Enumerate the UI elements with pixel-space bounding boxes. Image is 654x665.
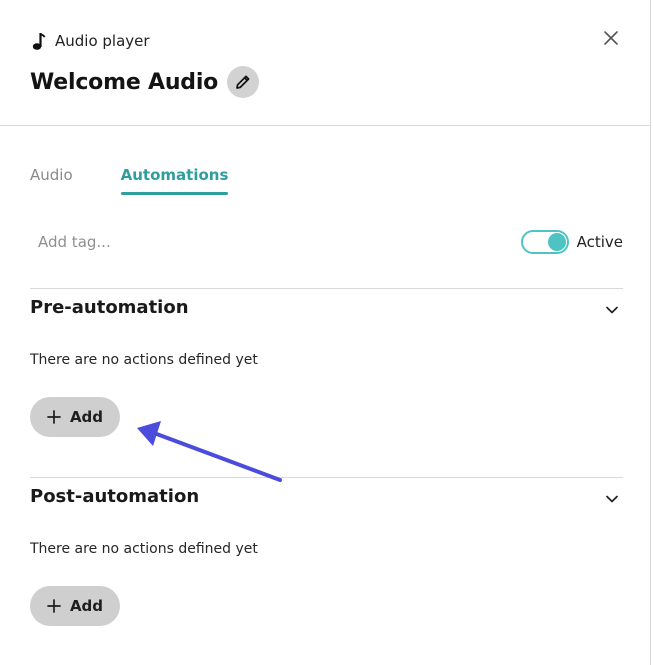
tag-row: Active [30,226,623,258]
post-automation-header[interactable]: Post-automation [30,486,623,510]
edit-title-button[interactable] [227,66,260,98]
close-button[interactable] [601,28,621,48]
panel-header: Audio player Welcome Audio [0,0,651,126]
pre-automation-section: Pre-automation There are no actions defi… [30,288,623,477]
music-note-icon [31,31,49,51]
section-title: Post-automation [30,486,200,507]
section-title: Pre-automation [30,297,189,318]
tab-automations[interactable]: Automations [120,166,228,196]
empty-actions-text: There are no actions defined yet [30,541,258,557]
post-automation-section: Post-automation There are no actions def… [30,477,623,665]
tab-bar: Audio Automations [30,166,276,196]
chevron-down-icon [606,495,618,503]
close-icon [604,31,618,45]
panel-kind-label: Audio player [55,32,150,50]
audio-player-panel: Audio player Welcome Audio Audio Automat… [0,0,651,665]
empty-actions-text: There are no actions defined yet [30,352,258,368]
toggle-knob [547,233,566,251]
add-button-label: Add [69,597,104,615]
tab-audio[interactable]: Audio [30,166,73,196]
plus-icon [47,410,61,424]
active-toggle[interactable] [520,230,569,254]
active-toggle-group: Active [520,230,623,254]
active-toggle-label: Active [576,233,623,251]
add-post-automation-button[interactable]: Add [30,586,120,626]
pre-automation-header[interactable]: Pre-automation [30,297,623,321]
panel-kind: Audio player [31,31,150,51]
plus-icon [47,599,61,613]
add-button-label: Add [69,408,104,426]
add-pre-automation-button[interactable]: Add [30,397,120,437]
add-tag-input[interactable] [30,228,430,256]
pencil-icon [236,75,250,89]
chevron-down-icon [606,306,618,314]
page-title: Welcome Audio [30,69,219,95]
title-row: Welcome Audio [30,66,260,98]
